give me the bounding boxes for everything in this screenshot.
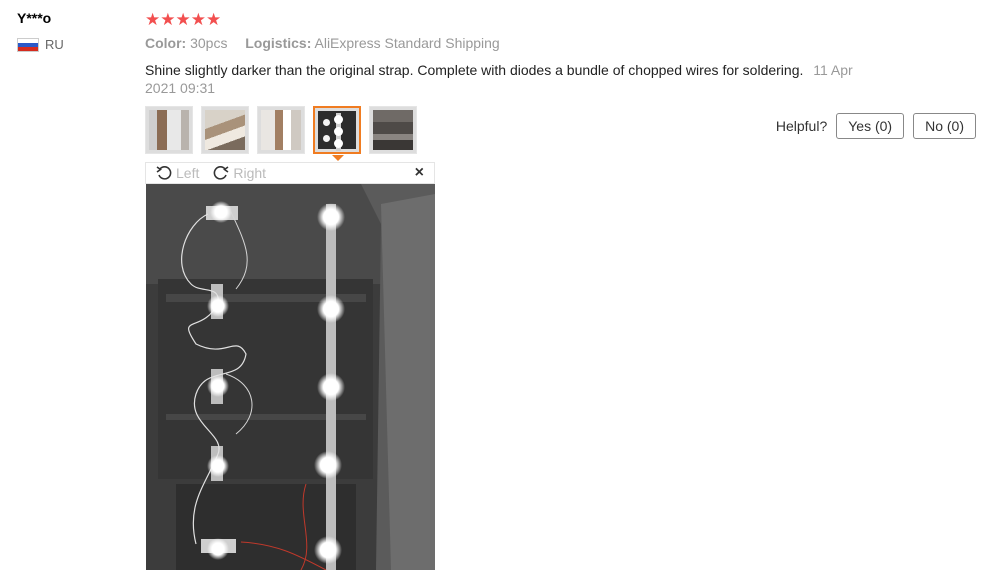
color-label: Color: <box>145 35 187 51</box>
helpful-label: Helpful? <box>775 118 828 134</box>
close-viewer-icon[interactable]: × <box>415 164 424 182</box>
review-thumbnail[interactable] <box>145 106 193 154</box>
russia-flag-icon <box>17 37 39 52</box>
rotate-right-label: Right <box>233 165 267 181</box>
rotate-left-label: Left <box>176 165 200 181</box>
review-photo-enlarged[interactable] <box>146 184 435 570</box>
review-thumbnails <box>145 106 417 154</box>
reviewer-name: Y***o <box>17 10 52 26</box>
review-body: Shine slightly darker than the original … <box>145 62 804 78</box>
review-thumbnail[interactable] <box>201 106 249 154</box>
logistics-value: AliExpress Standard Shipping <box>314 35 500 51</box>
review-text: Shine slightly darker than the original … <box>145 61 875 97</box>
review-thumbnail-selected[interactable] <box>313 106 361 154</box>
rotate-left-icon <box>156 166 172 180</box>
helpful-section: Helpful? Yes (0) No (0) <box>776 113 976 139</box>
image-viewer-toolbar: Left Right × <box>145 162 435 184</box>
selected-thumbnail-pointer <box>332 155 344 161</box>
reviewer-country: RU <box>17 37 64 52</box>
color-value: 30pcs <box>190 35 228 51</box>
order-info: Color: 30pcs Logistics: AliExpress Stand… <box>145 35 500 51</box>
review-thumbnail[interactable] <box>369 106 417 154</box>
country-code: RU <box>45 37 64 52</box>
star-rating: ★★★★★ <box>145 10 222 29</box>
review-thumbnail[interactable] <box>257 106 305 154</box>
rotate-left-button[interactable]: Left <box>156 165 199 181</box>
logistics-label: Logistics: <box>245 35 312 51</box>
helpful-yes-button[interactable]: Yes (0) <box>836 113 905 139</box>
helpful-no-button[interactable]: No (0) <box>913 113 976 139</box>
rotate-right-button[interactable]: Right <box>213 165 266 181</box>
rotate-right-icon <box>214 166 229 180</box>
